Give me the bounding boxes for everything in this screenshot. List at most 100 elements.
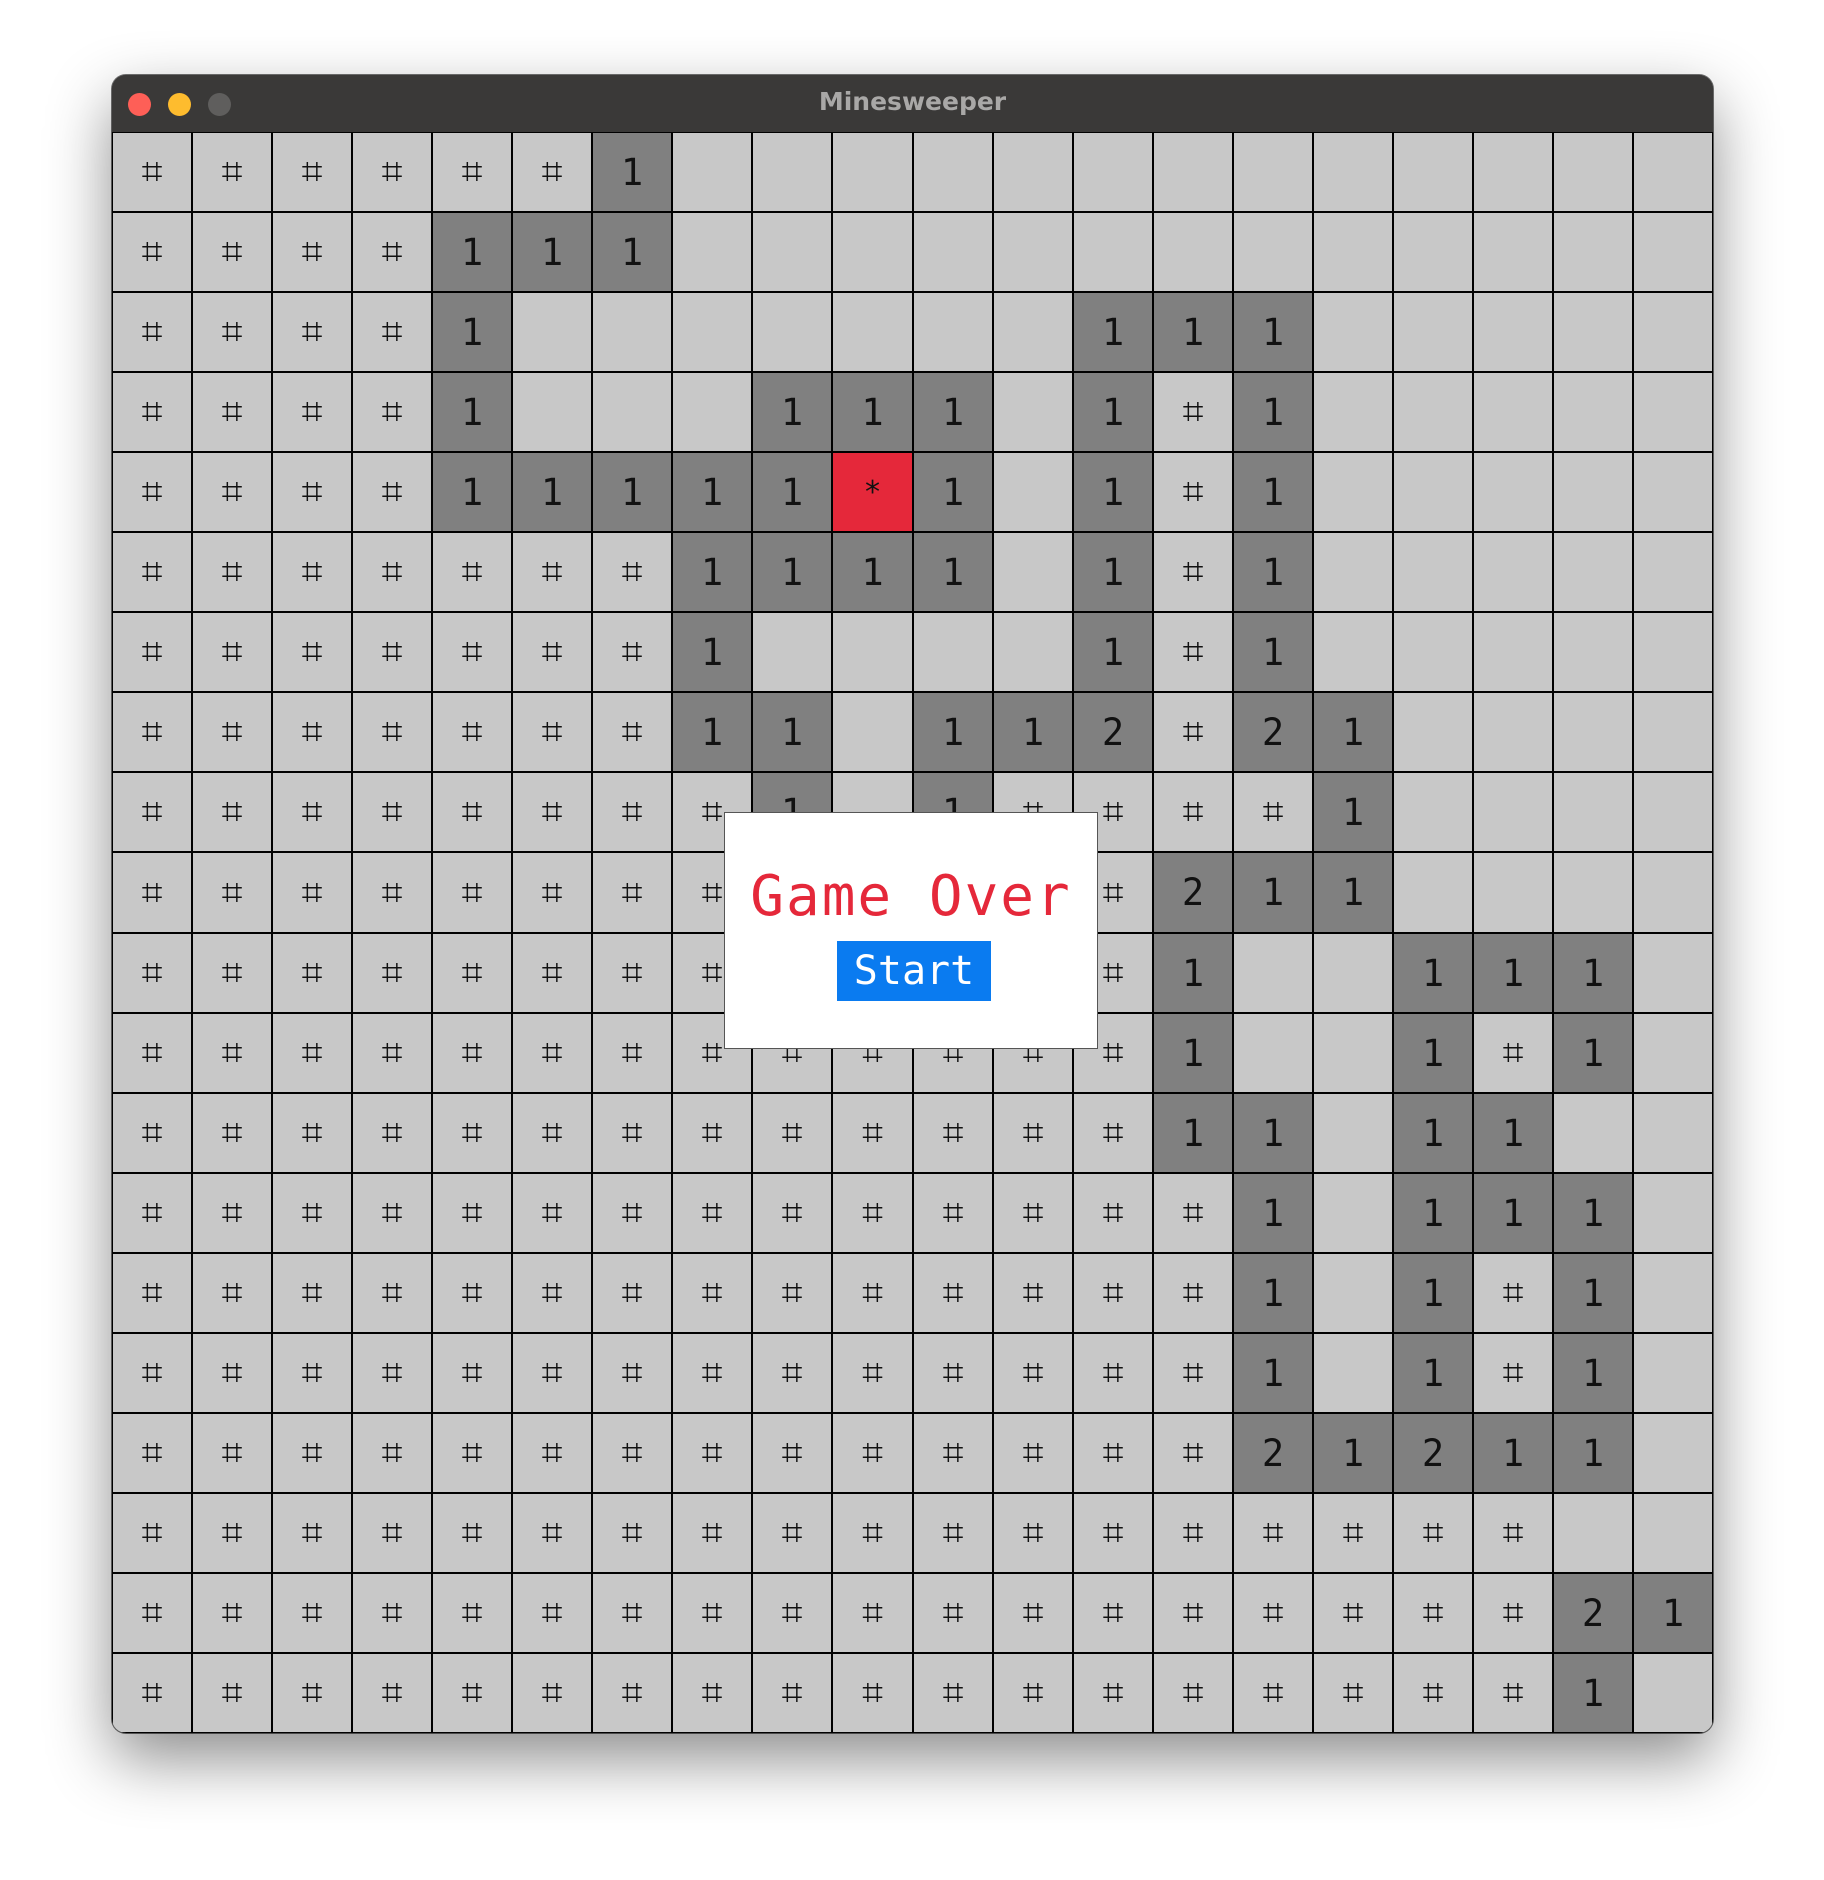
- covered-cell[interactable]: ⌗: [432, 1573, 512, 1653]
- covered-cell[interactable]: ⌗: [512, 933, 592, 1013]
- covered-cell[interactable]: ⌗: [1393, 1653, 1473, 1733]
- empty-cell[interactable]: [832, 212, 913, 292]
- covered-cell[interactable]: ⌗: [752, 1173, 832, 1253]
- empty-cell[interactable]: [1233, 212, 1313, 292]
- number-cell[interactable]: 1: [1073, 452, 1153, 532]
- empty-cell[interactable]: [752, 612, 832, 692]
- covered-cell[interactable]: ⌗: [112, 852, 192, 933]
- empty-cell[interactable]: [1633, 1653, 1713, 1733]
- empty-cell[interactable]: [993, 532, 1073, 612]
- covered-cell[interactable]: ⌗: [352, 692, 432, 772]
- covered-cell[interactable]: ⌗: [512, 1493, 592, 1573]
- empty-cell[interactable]: [1313, 1333, 1393, 1413]
- covered-cell[interactable]: ⌗: [512, 1333, 592, 1413]
- number-cell[interactable]: 1: [432, 372, 512, 452]
- covered-cell[interactable]: ⌗: [112, 532, 192, 612]
- covered-cell[interactable]: ⌗: [192, 292, 272, 372]
- empty-cell[interactable]: [752, 132, 832, 212]
- covered-cell[interactable]: ⌗: [432, 1413, 512, 1493]
- covered-cell[interactable]: ⌗: [993, 1573, 1073, 1653]
- empty-cell[interactable]: [592, 372, 672, 452]
- empty-cell[interactable]: [1633, 852, 1713, 933]
- covered-cell[interactable]: ⌗: [512, 1573, 592, 1653]
- covered-cell[interactable]: ⌗: [1073, 1573, 1153, 1653]
- covered-cell[interactable]: ⌗: [672, 1093, 752, 1173]
- covered-cell[interactable]: ⌗: [512, 532, 592, 612]
- empty-cell[interactable]: [1313, 1173, 1393, 1253]
- covered-cell[interactable]: ⌗: [1153, 532, 1233, 612]
- covered-cell[interactable]: ⌗: [192, 212, 272, 292]
- covered-cell[interactable]: ⌗: [1233, 1653, 1313, 1733]
- covered-cell[interactable]: ⌗: [432, 1493, 512, 1573]
- empty-cell[interactable]: [1633, 372, 1713, 452]
- covered-cell[interactable]: ⌗: [192, 132, 272, 212]
- number-cell[interactable]: 1: [1553, 1013, 1633, 1093]
- covered-cell[interactable]: ⌗: [1233, 1573, 1313, 1653]
- covered-cell[interactable]: ⌗: [512, 1653, 592, 1733]
- covered-cell[interactable]: ⌗: [192, 692, 272, 772]
- covered-cell[interactable]: ⌗: [512, 1093, 592, 1173]
- covered-cell[interactable]: ⌗: [832, 1173, 913, 1253]
- covered-cell[interactable]: ⌗: [352, 1333, 432, 1413]
- covered-cell[interactable]: ⌗: [592, 772, 672, 852]
- number-cell[interactable]: 1: [432, 212, 512, 292]
- empty-cell[interactable]: [1313, 1093, 1393, 1173]
- covered-cell[interactable]: ⌗: [592, 532, 672, 612]
- empty-cell[interactable]: [1393, 852, 1473, 933]
- covered-cell[interactable]: ⌗: [352, 532, 432, 612]
- covered-cell[interactable]: ⌗: [913, 1333, 993, 1413]
- covered-cell[interactable]: ⌗: [432, 612, 512, 692]
- empty-cell[interactable]: [1073, 132, 1153, 212]
- number-cell[interactable]: 1: [672, 612, 752, 692]
- empty-cell[interactable]: [1393, 692, 1473, 772]
- covered-cell[interactable]: ⌗: [752, 1093, 832, 1173]
- covered-cell[interactable]: ⌗: [112, 212, 192, 292]
- covered-cell[interactable]: ⌗: [272, 212, 352, 292]
- number-cell[interactable]: 1: [1313, 1413, 1393, 1493]
- empty-cell[interactable]: [1553, 212, 1633, 292]
- number-cell[interactable]: 2: [1233, 692, 1313, 772]
- covered-cell[interactable]: ⌗: [512, 612, 592, 692]
- empty-cell[interactable]: [1393, 772, 1473, 852]
- covered-cell[interactable]: ⌗: [1153, 1333, 1233, 1413]
- number-cell[interactable]: 2: [1153, 852, 1233, 933]
- covered-cell[interactable]: ⌗: [993, 1413, 1073, 1493]
- covered-cell[interactable]: ⌗: [993, 1253, 1073, 1333]
- empty-cell[interactable]: [832, 692, 913, 772]
- covered-cell[interactable]: ⌗: [592, 612, 672, 692]
- covered-cell[interactable]: ⌗: [432, 532, 512, 612]
- covered-cell[interactable]: ⌗: [272, 852, 352, 933]
- empty-cell[interactable]: [1313, 292, 1393, 372]
- empty-cell[interactable]: [752, 292, 832, 372]
- covered-cell[interactable]: ⌗: [1153, 1413, 1233, 1493]
- covered-cell[interactable]: ⌗: [1153, 692, 1233, 772]
- covered-cell[interactable]: ⌗: [432, 692, 512, 772]
- empty-cell[interactable]: [1313, 612, 1393, 692]
- covered-cell[interactable]: ⌗: [192, 1093, 272, 1173]
- empty-cell[interactable]: [1313, 212, 1393, 292]
- covered-cell[interactable]: ⌗: [1313, 1653, 1393, 1733]
- covered-cell[interactable]: ⌗: [1473, 1013, 1553, 1093]
- empty-cell[interactable]: [672, 212, 752, 292]
- empty-cell[interactable]: [1553, 292, 1633, 372]
- covered-cell[interactable]: ⌗: [432, 1093, 512, 1173]
- covered-cell[interactable]: ⌗: [592, 1653, 672, 1733]
- covered-cell[interactable]: ⌗: [512, 772, 592, 852]
- covered-cell[interactable]: ⌗: [352, 212, 432, 292]
- number-cell[interactable]: 1: [512, 452, 592, 532]
- covered-cell[interactable]: ⌗: [192, 772, 272, 852]
- covered-cell[interactable]: ⌗: [592, 692, 672, 772]
- covered-cell[interactable]: ⌗: [1153, 1573, 1233, 1653]
- covered-cell[interactable]: ⌗: [512, 1413, 592, 1493]
- covered-cell[interactable]: ⌗: [832, 1333, 913, 1413]
- empty-cell[interactable]: [993, 292, 1073, 372]
- covered-cell[interactable]: ⌗: [913, 1173, 993, 1253]
- number-cell[interactable]: 1: [752, 692, 832, 772]
- covered-cell[interactable]: ⌗: [192, 1493, 272, 1573]
- number-cell[interactable]: 1: [1473, 1413, 1553, 1493]
- number-cell[interactable]: 1: [1553, 1333, 1633, 1413]
- number-cell[interactable]: 1: [1153, 1093, 1233, 1173]
- number-cell[interactable]: 1: [1233, 292, 1313, 372]
- empty-cell[interactable]: [1313, 452, 1393, 532]
- empty-cell[interactable]: [1473, 212, 1553, 292]
